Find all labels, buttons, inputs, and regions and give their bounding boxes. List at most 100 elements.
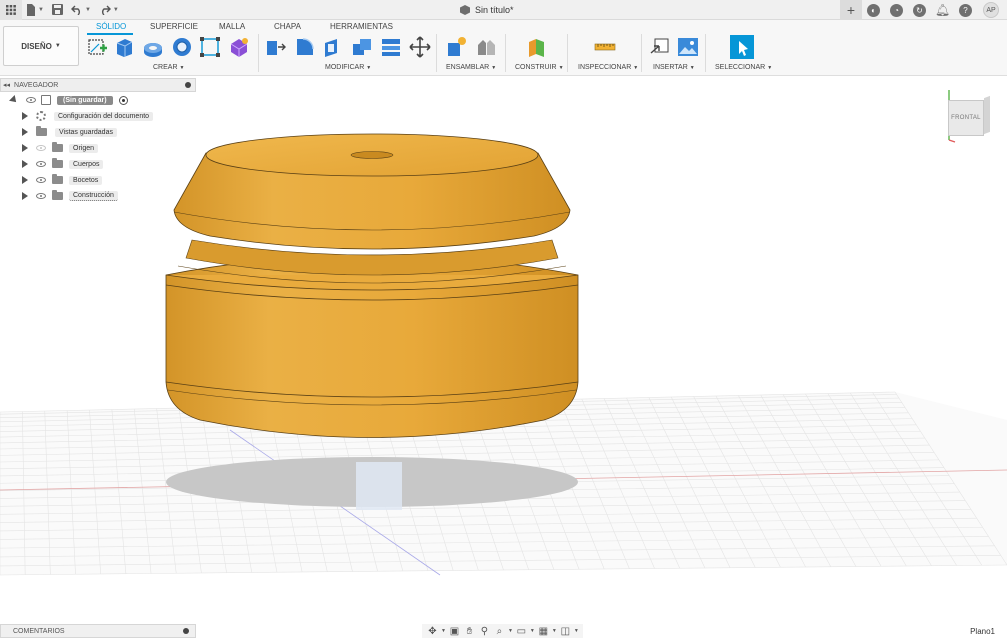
- active-radio-icon[interactable]: [118, 95, 128, 105]
- visibility-eye-icon[interactable]: [36, 161, 46, 167]
- tab-herramientas[interactable]: HERRAMIENTAS: [330, 22, 393, 31]
- redo-icon: [101, 5, 111, 15]
- tab-superficie[interactable]: SUPERFICIE: [150, 22, 198, 31]
- folder-icon: [52, 174, 63, 184]
- tab-chapa[interactable]: CHAPA: [274, 22, 301, 31]
- joint-icon[interactable]: [475, 36, 497, 58]
- move-copy-icon[interactable]: [409, 36, 431, 58]
- viewcube[interactable]: FRONTAL: [938, 86, 998, 146]
- navigator-root[interactable]: (Sin guardar): [0, 92, 196, 108]
- undo-icon: [70, 5, 80, 15]
- group-label-construir[interactable]: CONSTRUIR ▼: [515, 64, 564, 71]
- pan-hand-icon[interactable]: ✋︎: [463, 625, 476, 637]
- create-form-icon[interactable]: [228, 36, 250, 58]
- expand-triangle-icon[interactable]: [22, 176, 28, 184]
- hidden-eye-icon[interactable]: [36, 145, 46, 151]
- tab-solido[interactable]: SÓLIDO: [96, 22, 126, 31]
- expand-triangle-icon[interactable]: [22, 160, 28, 168]
- nav-item-sketches[interactable]: Bocetos: [0, 172, 196, 188]
- file-menu-button[interactable]: ▼: [22, 0, 48, 20]
- help-icon[interactable]: ?: [959, 3, 972, 17]
- press-pull-icon[interactable]: [265, 36, 287, 58]
- grid-snaps-icon[interactable]: ▦: [537, 625, 550, 637]
- group-label-ensamblar[interactable]: ENSAMBLAR ▼: [446, 64, 496, 71]
- expand-triangle-icon[interactable]: [9, 95, 19, 105]
- visibility-eye-icon[interactable]: [36, 193, 46, 199]
- navigator-header[interactable]: ◂◂ NAVEGADOR: [0, 78, 196, 92]
- extrude-box-icon[interactable]: [113, 36, 135, 58]
- document-tab[interactable]: Sin título*: [460, 0, 514, 20]
- workspace-label: DISEÑO: [21, 41, 52, 51]
- offset-plane-icon[interactable]: [526, 36, 548, 58]
- add-comment-icon[interactable]: [183, 628, 189, 634]
- comments-panel[interactable]: COMENTARIOS: [0, 624, 196, 638]
- measure-icon[interactable]: [594, 36, 616, 58]
- revolve-icon[interactable]: [142, 36, 164, 58]
- expand-triangle-icon[interactable]: [22, 192, 28, 200]
- visibility-eye-icon[interactable]: [36, 177, 46, 183]
- navigation-bar: ✥ ▼ ▣ ✋︎ ⚲ ⌕ ▼ ▭ ▼ ▦ ▼ ◫ ▼: [422, 624, 583, 638]
- gear-icon: [36, 111, 46, 121]
- folder-icon: [52, 158, 63, 168]
- nav-item-origin[interactable]: Origen: [0, 140, 196, 156]
- active-plane-label: Plano1: [970, 627, 995, 636]
- workspace-switcher[interactable]: DISEÑO ▼: [3, 26, 79, 66]
- origin-marker: [356, 462, 402, 510]
- notifications-icon[interactable]: 🔔︎: [935, 3, 950, 17]
- ribbon-separator: [505, 34, 506, 72]
- viewports-icon[interactable]: ◫: [559, 625, 572, 637]
- create-sketch-icon[interactable]: [87, 36, 109, 58]
- history-icon[interactable]: ↻: [913, 3, 926, 17]
- user-avatar[interactable]: AP: [983, 2, 999, 18]
- document-icon: [41, 95, 51, 105]
- undo-button[interactable]: ▼: [67, 0, 95, 20]
- new-tab-button[interactable]: +: [840, 0, 862, 20]
- visibility-eye-icon[interactable]: [26, 97, 36, 103]
- orbit-icon[interactable]: ✥: [426, 625, 439, 637]
- nav-item-bodies[interactable]: Cuerpos: [0, 156, 196, 172]
- group-label-insertar[interactable]: INSERTAR ▼: [653, 64, 695, 71]
- ribbon-separator: [567, 34, 568, 72]
- document-title: Sin título*: [475, 5, 514, 15]
- ribbon-separator: [705, 34, 706, 72]
- nav-item-saved-views[interactable]: Vistas guardadas: [0, 124, 196, 140]
- save-button[interactable]: [48, 0, 67, 20]
- fillet-icon[interactable]: [294, 36, 316, 58]
- nav-item-construction[interactable]: Construcción: [0, 188, 196, 204]
- viewcube-side-face[interactable]: [984, 95, 990, 135]
- group-label-seleccionar[interactable]: SELECCIONAR ▼: [715, 64, 772, 71]
- tab-malla[interactable]: MALLA: [219, 22, 245, 31]
- job-status-icon[interactable]: ◔: [890, 3, 903, 17]
- expand-triangle-icon[interactable]: [22, 144, 28, 152]
- folder-icon: [52, 142, 63, 152]
- insert-canvas-icon[interactable]: [677, 36, 699, 58]
- group-label-inspeccionar[interactable]: INSPECCIONAR ▼: [578, 64, 638, 71]
- select-icon[interactable]: [730, 35, 754, 59]
- split-body-icon[interactable]: [380, 36, 402, 58]
- active-tab-indicator: [87, 33, 133, 35]
- zoom-icon[interactable]: ⚲: [478, 625, 491, 637]
- rectangular-pattern-icon[interactable]: [199, 36, 221, 58]
- new-component-icon[interactable]: [446, 36, 468, 58]
- apps-grid-icon[interactable]: [0, 0, 22, 20]
- shell-icon[interactable]: [322, 36, 344, 58]
- group-label-crear[interactable]: CREAR ▼: [153, 64, 184, 71]
- group-label-modificar[interactable]: MODIFICAR ▼: [325, 64, 371, 71]
- extensions-icon[interactable]: ◐: [867, 3, 880, 17]
- nav-item-label: Construcción: [69, 191, 118, 201]
- redo-button[interactable]: ▼: [95, 0, 123, 20]
- expand-triangle-icon[interactable]: [22, 112, 28, 120]
- pin-icon[interactable]: [185, 82, 191, 88]
- look-at-icon[interactable]: ▣: [448, 625, 461, 637]
- fit-icon[interactable]: ⌕: [493, 625, 506, 637]
- expand-triangle-icon[interactable]: [22, 128, 28, 136]
- sphere-hole-icon[interactable]: [171, 36, 193, 58]
- collapse-arrows-icon[interactable]: ◂◂: [3, 81, 10, 89]
- combine-icon[interactable]: [351, 36, 373, 58]
- nav-item-document-settings[interactable]: Configuración del documento: [0, 108, 196, 124]
- display-settings-icon[interactable]: ▭: [515, 625, 528, 637]
- insert-derive-icon[interactable]: [649, 36, 671, 58]
- viewcube-front-face[interactable]: FRONTAL: [948, 100, 984, 136]
- ribbon-separator: [641, 34, 642, 72]
- toolbar-ribbon: DISEÑO ▼ SÓLIDO SUPERFICIE MALLA CHAPA H…: [0, 20, 1007, 76]
